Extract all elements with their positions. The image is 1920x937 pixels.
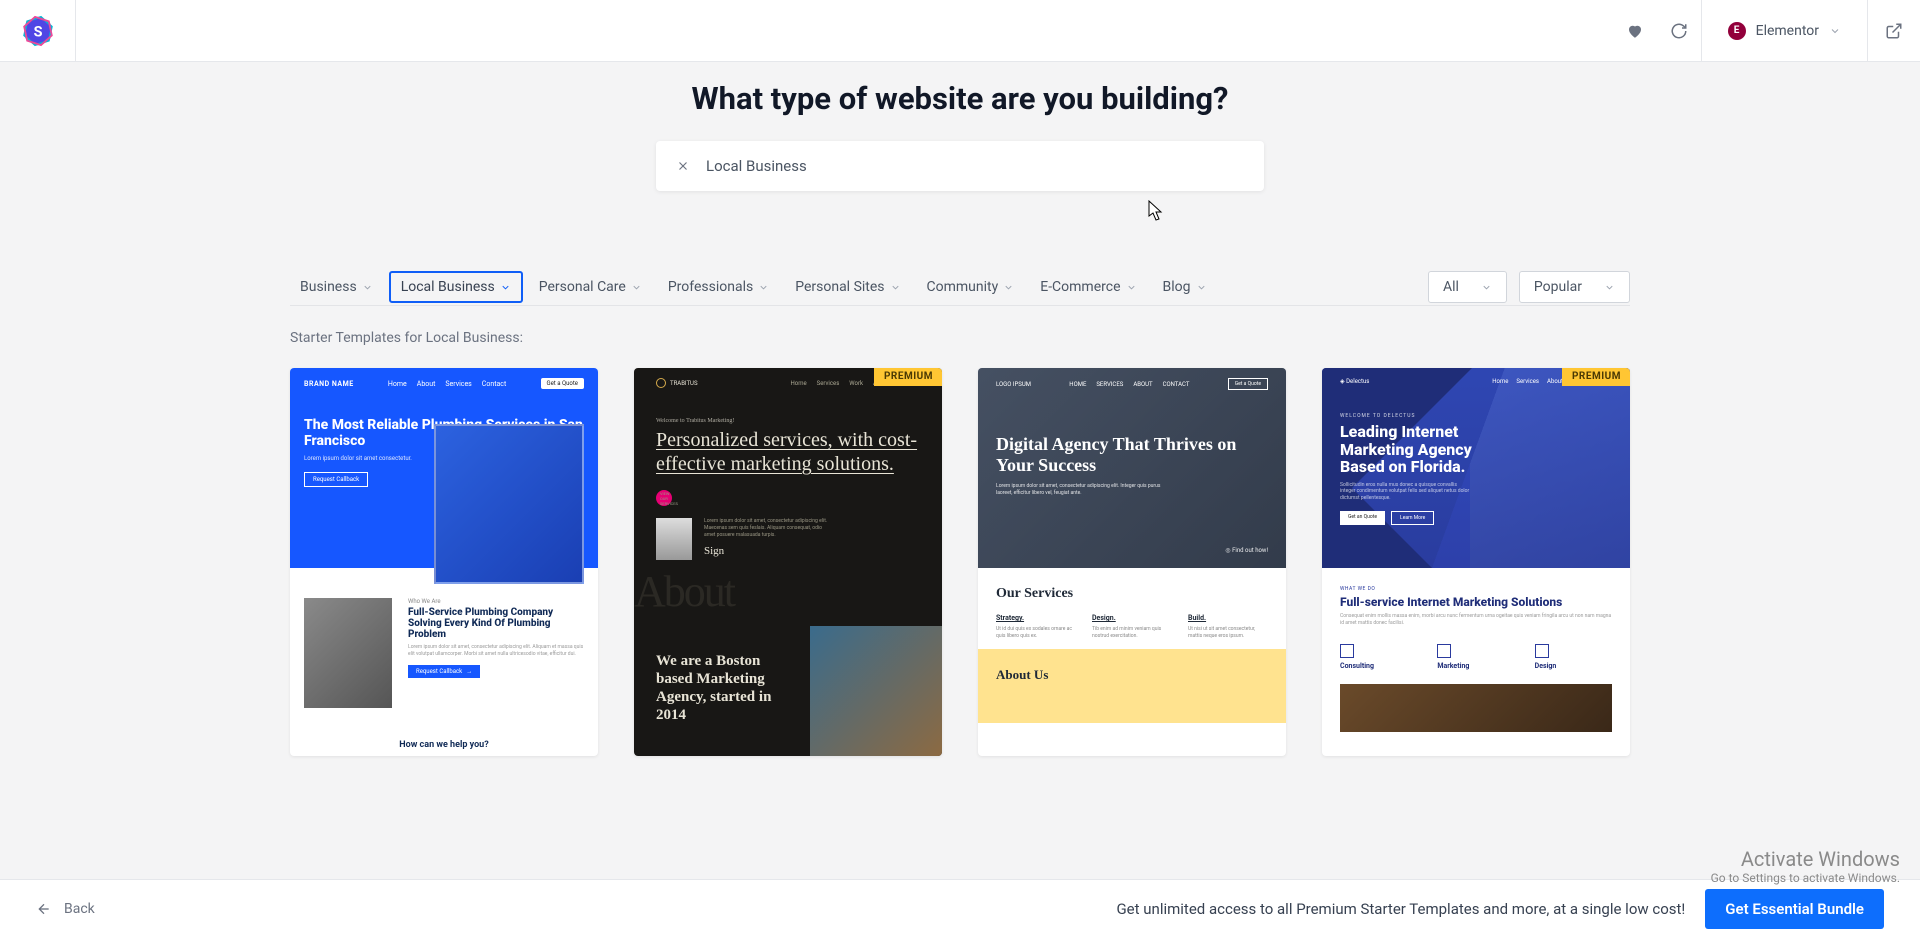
- preview-image: [810, 626, 942, 756]
- open-external-button[interactable]: [1868, 0, 1920, 61]
- preview-image: [1340, 684, 1612, 732]
- page-title: What type of website are you building?: [0, 80, 1920, 117]
- clear-search-button[interactable]: [676, 159, 690, 173]
- template-card[interactable]: LOGO IPSUM HOME SERVICES ABOUT CONTACT G…: [978, 368, 1286, 756]
- chevron-down-icon: [890, 282, 901, 293]
- preview-image: [304, 598, 392, 708]
- search-value: Local Business: [706, 157, 807, 175]
- category-ecommerce[interactable]: E-Commerce: [1030, 271, 1146, 303]
- category-local-business[interactable]: Local Business: [389, 271, 523, 303]
- chevron-down-icon: [631, 282, 642, 293]
- close-icon: [676, 159, 690, 173]
- premium-badge: PREMIUM: [874, 368, 942, 386]
- category-tabs: Business Local Business Personal Care Pr…: [290, 271, 1217, 303]
- svg-text:S: S: [33, 23, 42, 40]
- upsell-text: Get unlimited access to all Premium Star…: [1116, 900, 1685, 918]
- category-community[interactable]: Community: [917, 271, 1025, 303]
- sync-button[interactable]: [1657, 9, 1701, 53]
- template-card[interactable]: PREMIUM TRABITUS Home Services Work Abou…: [634, 368, 942, 756]
- page-builder-select[interactable]: E Elementor: [1701, 0, 1868, 61]
- chevron-down-icon: [1604, 282, 1615, 293]
- chevron-down-icon: [500, 282, 511, 293]
- type-filter-select[interactable]: All: [1428, 271, 1507, 303]
- preview-image: [656, 518, 692, 560]
- chevron-down-icon: [1829, 25, 1841, 37]
- search-box[interactable]: Local Business: [656, 141, 1264, 191]
- top-bar: S E Elementor: [0, 0, 1920, 62]
- templates-grid: BRAND NAME Home About Services Contact G…: [290, 368, 1630, 756]
- builder-name-label: Elementor: [1756, 23, 1819, 39]
- preview-image: [434, 424, 584, 584]
- back-button[interactable]: Back: [36, 901, 95, 917]
- category-personal-care[interactable]: Personal Care: [529, 271, 652, 303]
- template-card[interactable]: BRAND NAME Home About Services Contact G…: [290, 368, 598, 756]
- template-card[interactable]: PREMIUM ◈ Delectus HomeServicesAboutBlog…: [1322, 368, 1630, 756]
- chevron-down-icon: [758, 282, 769, 293]
- chevron-down-icon: [1003, 282, 1014, 293]
- bottom-bar: Back Get unlimited access to all Premium…: [0, 879, 1920, 937]
- preview-brand: BRAND NAME: [304, 380, 354, 388]
- sync-icon: [1670, 22, 1688, 40]
- hero-section: What type of website are you building? L…: [0, 62, 1920, 221]
- app-logo-icon: S: [20, 13, 56, 49]
- chevron-down-icon: [1196, 282, 1207, 293]
- filter-bar: Business Local Business Personal Care Pr…: [290, 271, 1630, 306]
- heart-icon: [1626, 22, 1644, 40]
- favorites-button[interactable]: [1613, 9, 1657, 53]
- results-heading: Starter Templates for Local Business:: [290, 330, 1630, 346]
- category-personal-sites[interactable]: Personal Sites: [785, 271, 910, 303]
- logo-cell[interactable]: S: [0, 0, 76, 61]
- arrow-left-icon: [36, 901, 52, 917]
- get-bundle-button[interactable]: Get Essential Bundle: [1705, 889, 1884, 929]
- premium-badge: PREMIUM: [1562, 368, 1630, 386]
- preview-cta-icon: VIEW OUR SERVICES: [656, 490, 672, 506]
- chevron-down-icon: [1481, 282, 1492, 293]
- chevron-down-icon: [362, 282, 373, 293]
- chevron-down-icon: [1126, 282, 1137, 293]
- sort-select[interactable]: Popular: [1519, 271, 1630, 303]
- external-link-icon: [1885, 22, 1903, 40]
- category-professionals[interactable]: Professionals: [658, 271, 779, 303]
- elementor-badge-icon: E: [1728, 22, 1746, 40]
- category-business[interactable]: Business: [290, 271, 383, 303]
- category-blog[interactable]: Blog: [1153, 271, 1217, 303]
